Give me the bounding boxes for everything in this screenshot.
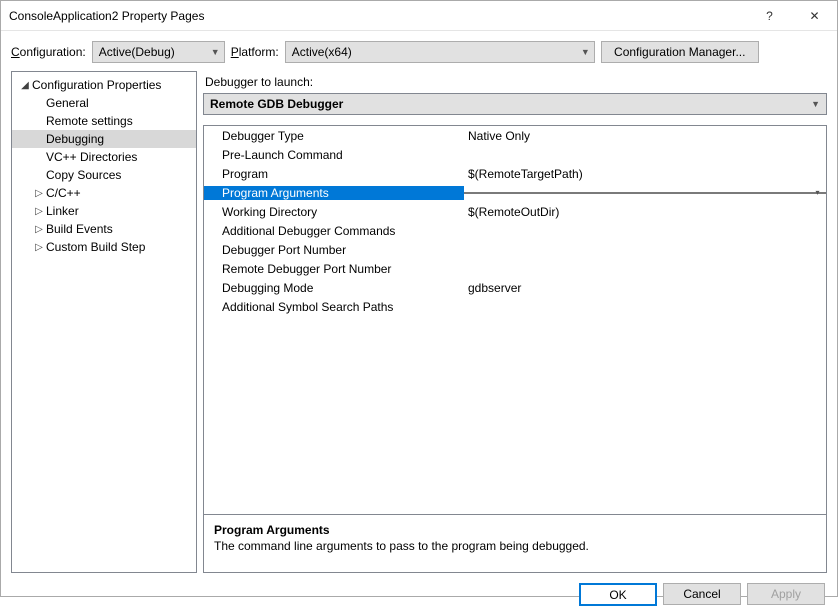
property-name: Program (204, 167, 464, 181)
property-name: Program Arguments (204, 186, 464, 200)
tree-item[interactable]: ▷Linker (12, 202, 196, 220)
tree-item[interactable]: ▷C/C++ (12, 184, 196, 202)
debugger-launch-combo[interactable]: Remote GDB Debugger ▼ (203, 93, 827, 115)
configuration-manager-button[interactable]: Configuration Manager... (601, 41, 759, 63)
tree-item[interactable]: Remote settings (12, 112, 196, 130)
window-title: ConsoleApplication2 Property Pages (9, 9, 747, 23)
debugger-launch-value: Remote GDB Debugger (210, 97, 811, 111)
property-name: Debugger Port Number (204, 243, 464, 257)
property-value[interactable]: $(RemoteTargetPath) (464, 167, 826, 181)
property-row[interactable]: Program$(RemoteTargetPath) (204, 164, 826, 183)
expander-closed-icon[interactable]: ▷ (32, 224, 46, 235)
property-value[interactable]: gdbserver (464, 281, 826, 295)
tree-root-label: Configuration Properties (32, 78, 161, 92)
tree-item-label: C/C++ (46, 186, 81, 200)
description-box: Program Arguments The command line argum… (204, 514, 826, 572)
tree-item-label: Debugging (46, 132, 104, 146)
configuration-value: Active(Debug) (99, 45, 205, 59)
property-name: Additional Symbol Search Paths (204, 300, 464, 314)
tree-item[interactable]: ▷Build Events (12, 220, 196, 238)
platform-label: Platform: (231, 45, 279, 59)
right-pane: Debugger to launch: Remote GDB Debugger … (203, 71, 827, 573)
tree-item-label: Build Events (46, 222, 113, 236)
property-row[interactable]: Remote Debugger Port Number (204, 259, 826, 278)
chevron-down-icon: ▼ (811, 99, 820, 109)
property-row[interactable]: Additional Symbol Search Paths (204, 297, 826, 316)
property-name: Working Directory (204, 205, 464, 219)
configuration-row: Configuration: Active(Debug) ▼ Platform:… (1, 31, 837, 71)
property-name: Pre-Launch Command (204, 148, 464, 162)
properties-tree[interactable]: ◢ Configuration Properties General Remote… (11, 71, 197, 573)
titlebar: ConsoleApplication2 Property Pages ? ✕ (1, 1, 837, 31)
tree-item[interactable]: Debugging (12, 130, 196, 148)
property-row[interactable]: Debugger TypeNative Only (204, 126, 826, 145)
platform-combo[interactable]: Active(x64) ▼ (285, 41, 595, 63)
property-grid-body[interactable]: Debugger TypeNative OnlyPre-Launch Comma… (204, 126, 826, 514)
property-row[interactable]: Debugger Port Number (204, 240, 826, 259)
tree-item[interactable]: Copy Sources (12, 166, 196, 184)
property-name: Debugging Mode (204, 281, 464, 295)
property-row[interactable]: Debugging Modegdbserver (204, 278, 826, 297)
property-row[interactable]: Program Arguments▾ (204, 183, 826, 202)
expander-closed-icon[interactable]: ▷ (32, 242, 46, 253)
tree-item-label: Remote settings (46, 114, 133, 128)
tree-item[interactable]: General (12, 94, 196, 112)
debugger-launch-label: Debugger to launch: (205, 75, 827, 89)
tree-item-label: Linker (46, 204, 79, 218)
property-name: Debugger Type (204, 129, 464, 143)
dialog-footer: OK Cancel Apply (1, 579, 837, 616)
tree-item-label: General (46, 96, 89, 110)
property-row[interactable]: Pre-Launch Command (204, 145, 826, 164)
tree-item[interactable]: ▷Custom Build Step (12, 238, 196, 256)
expander-closed-icon[interactable]: ▷ (32, 206, 46, 217)
tree-item-label: VC++ Directories (46, 150, 137, 164)
chevron-down-icon: ▼ (575, 47, 590, 57)
property-name: Remote Debugger Port Number (204, 262, 464, 276)
help-button[interactable]: ? (747, 1, 792, 31)
expander-open-icon[interactable]: ◢ (18, 80, 32, 91)
apply-button[interactable]: Apply (747, 583, 825, 605)
tree-root[interactable]: ◢ Configuration Properties (12, 76, 196, 94)
property-row[interactable]: Working Directory$(RemoteOutDir) (204, 202, 826, 221)
expander-closed-icon[interactable]: ▷ (32, 188, 46, 199)
property-value[interactable]: $(RemoteOutDir) (464, 205, 826, 219)
property-row[interactable]: Additional Debugger Commands (204, 221, 826, 240)
tree-item-label: Custom Build Step (46, 240, 145, 254)
property-value[interactable]: Native Only (464, 129, 826, 143)
chevron-down-icon: ▼ (205, 47, 220, 57)
ok-button[interactable]: OK (579, 583, 657, 606)
property-grid: Debugger TypeNative OnlyPre-Launch Comma… (203, 125, 827, 573)
configuration-combo[interactable]: Active(Debug) ▼ (92, 41, 225, 63)
configuration-label: Configuration: (11, 45, 86, 59)
platform-value: Active(x64) (292, 45, 575, 59)
close-button[interactable]: ✕ (792, 1, 837, 31)
property-value[interactable]: ▾ (464, 192, 826, 194)
property-name: Additional Debugger Commands (204, 224, 464, 238)
tree-item-label: Copy Sources (46, 168, 121, 182)
cancel-button[interactable]: Cancel (663, 583, 741, 605)
description-title: Program Arguments (214, 523, 816, 537)
description-body: The command line arguments to pass to th… (214, 539, 816, 553)
tree-item[interactable]: VC++ Directories (12, 148, 196, 166)
